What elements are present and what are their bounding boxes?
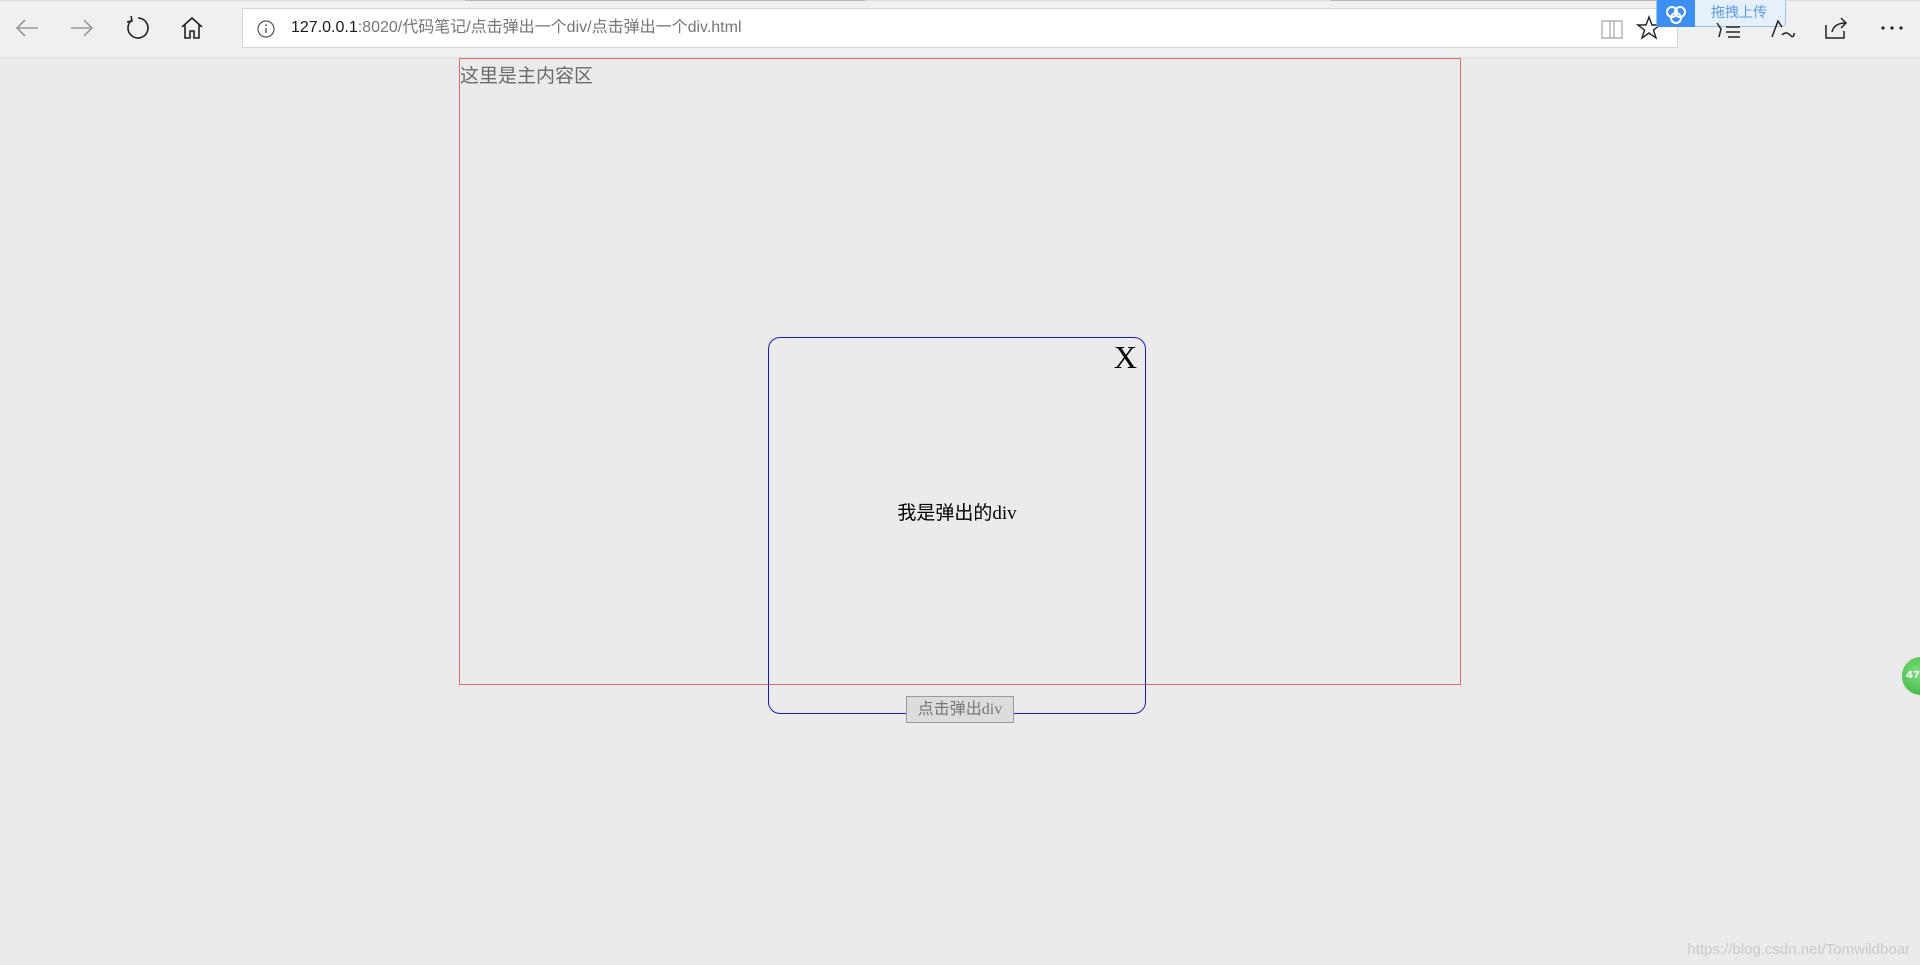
notes-button[interactable] [1763,9,1801,47]
pen-icon [1771,19,1795,38]
back-button[interactable] [8,9,46,47]
baidu-cloud-icon [1657,0,1695,27]
popup-message: 我是弹出的div [897,503,1017,524]
url-host: 127.0.0.1 [291,19,358,36]
tab-strip [0,0,1920,1]
popup-close-button[interactable]: X [1114,339,1137,375]
main-area-label: 这里是主内容区 [460,65,594,87]
back-arrow-icon [15,19,38,37]
forward-button[interactable] [63,9,101,47]
reading-view-icon[interactable] [1600,18,1624,40]
refresh-button[interactable] [118,9,156,47]
favorites-hub-button[interactable] [1709,9,1747,47]
favorites-list-icon [1716,22,1740,38]
address-bar[interactable]: 127.0.0.1:8020/代码笔记/点击弹出一个div/点击弹出一个div.… [242,8,1678,48]
popup-div: X 我是弹出的div [768,337,1146,714]
side-floating-badge[interactable]: 47 [1900,655,1920,697]
page-content: 这里是主内容区 X 我是弹出的div 点击弹出div 47 https://bl… [0,58,1920,965]
tab-divider [465,0,865,1]
watermark: https://blog.csdn.net/Tomwildboar [1687,941,1910,958]
refresh-icon [126,15,149,39]
share-icon [1825,17,1848,39]
home-icon [181,16,203,39]
home-button[interactable] [173,9,211,47]
more-dots-icon [1881,26,1903,30]
url-path: :8020/代码笔记/点击弹出一个div/点击弹出一个div.html [357,19,742,36]
info-icon[interactable] [257,20,275,38]
more-button[interactable] [1873,9,1911,47]
forward-arrow-icon [71,19,94,37]
url-text[interactable]: 127.0.0.1:8020/代码笔记/点击弹出一个div/点击弹出一个div.… [291,9,742,47]
share-button[interactable] [1817,9,1855,47]
open-popup-button[interactable]: 点击弹出div [906,696,1014,723]
browser-toolbar: 127.0.0.1:8020/代码笔记/点击弹出一个div/点击弹出一个div.… [0,0,1920,58]
